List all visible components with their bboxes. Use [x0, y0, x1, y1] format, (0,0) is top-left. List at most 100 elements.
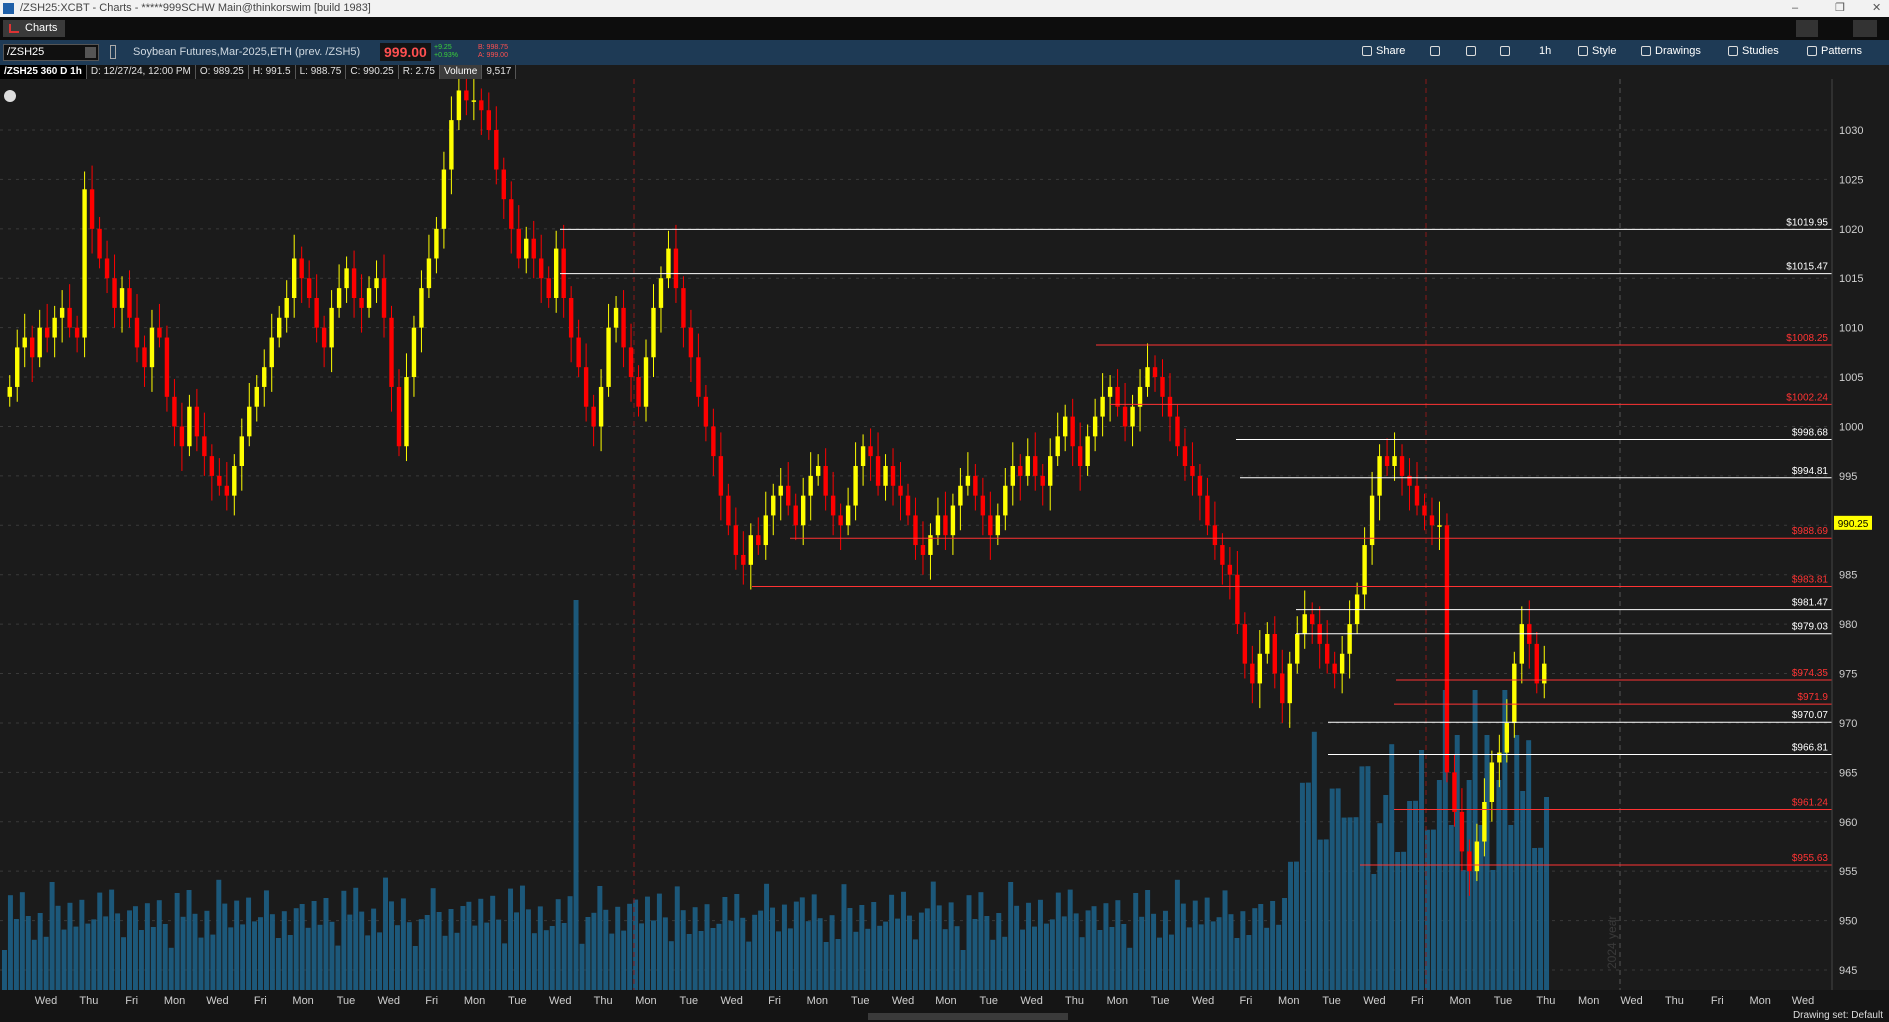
y-tick-label: 975 [1839, 669, 1857, 681]
horizontal-scrollbar[interactable]: Drawing set: Default [0, 1010, 1889, 1022]
year-watermark: 2024 year [1605, 916, 1619, 969]
grid-button[interactable] [1430, 45, 1444, 57]
candle-body [419, 288, 424, 328]
candle-body [509, 199, 514, 229]
volume-bar [954, 926, 960, 990]
volume-bar [835, 939, 841, 990]
price-chart[interactable]: 9459509559609659709759809859909951000100… [0, 79, 1889, 1010]
volume-bar [960, 950, 966, 990]
candle-body [1107, 386, 1113, 397]
volume-bar [132, 906, 138, 990]
volume-bar [692, 907, 698, 990]
candle-body [112, 278, 117, 308]
candle-body [209, 456, 215, 476]
volume-bar [1377, 823, 1383, 990]
candle-body [958, 485, 963, 506]
candle-body [935, 515, 941, 536]
volume-bar [1139, 916, 1145, 990]
x-tick-label: Wed [892, 995, 914, 1007]
candle-body [1018, 466, 1023, 476]
candle-body [15, 347, 20, 387]
volume-study-label[interactable]: Volume [439, 65, 483, 79]
volume-bar [502, 943, 508, 990]
settings-button[interactable] [1500, 45, 1514, 57]
patterns-icon [1807, 46, 1817, 56]
candle-body [875, 456, 881, 486]
candle-body [179, 426, 185, 447]
candle-body [673, 248, 679, 289]
candle-body [434, 228, 439, 259]
candle-body [1459, 811, 1465, 852]
close-icon[interactable]: ✕ [1872, 0, 1881, 17]
symbol-input[interactable]: /ZSH25 [3, 44, 99, 61]
candle-body [366, 288, 372, 308]
x-tick-label: Wed [35, 995, 57, 1007]
y-tick-label: 960 [1839, 817, 1857, 829]
share-button[interactable]: Share [1362, 45, 1405, 57]
chart-symbol-label[interactable]: /ZSH25 360 D 1h [0, 65, 87, 79]
ohlc-infobar: /ZSH25 360 D 1h D: 12/27/24, 12:00 PM O: 9… [0, 65, 517, 79]
x-tick-label: Fri [125, 995, 138, 1007]
volume-bar [972, 919, 978, 990]
x-tick-label: Mon [464, 995, 485, 1007]
chart-toolbar: /ZSH25 Soybean Futures,Mar-2025,ETH (pre… [0, 40, 1889, 65]
chevron-down-icon[interactable] [85, 47, 96, 58]
candle-body [217, 475, 222, 486]
volume-bar [1323, 839, 1329, 990]
price-level-label: $961.24 [1792, 798, 1829, 809]
timeframe-button[interactable]: 1h [1539, 45, 1551, 57]
volume-bar [764, 883, 770, 990]
candle-body [741, 554, 746, 565]
layout-button[interactable] [1796, 20, 1818, 37]
volume-bar [1496, 780, 1502, 990]
studies-button[interactable]: Studies [1728, 45, 1779, 57]
volume-bar [752, 914, 758, 990]
volume-bar [7, 895, 13, 990]
volume-bar [436, 912, 442, 990]
volume-bar [25, 916, 31, 990]
candle-body [1422, 505, 1427, 516]
scrollbar-thumb[interactable] [868, 1013, 1068, 1020]
pin-icon[interactable] [1853, 20, 1877, 37]
volume-bar [1532, 848, 1538, 990]
volume-bar [1008, 882, 1014, 990]
candle-body [516, 228, 521, 259]
volume-bar [918, 912, 924, 990]
candle-body [389, 317, 394, 387]
candle-body [1347, 624, 1352, 654]
volume-bar [400, 898, 406, 990]
tab-charts[interactable]: Charts [3, 20, 66, 37]
volume-bar [1514, 735, 1520, 990]
volume-bar [210, 934, 216, 990]
patterns-button[interactable]: Patterns [1807, 45, 1862, 57]
ask: A: 999.00 [478, 52, 508, 59]
candle-body [1257, 653, 1263, 684]
volume-bar [889, 894, 895, 990]
style-button[interactable]: Style [1578, 45, 1616, 57]
candle-body [1339, 653, 1345, 674]
style-label: Style [1592, 45, 1617, 57]
minimize-icon[interactable]: – [1792, 0, 1798, 17]
candle-body [284, 298, 289, 318]
x-tick-label: Wed [378, 995, 400, 1007]
volume-bar [1014, 905, 1020, 990]
volume-bar [549, 926, 555, 990]
volume-bar [734, 894, 740, 990]
volume-bar [1353, 817, 1359, 990]
volume-bar [543, 930, 549, 990]
candle-body [808, 475, 813, 496]
volume-bar [853, 931, 859, 990]
candle-body [479, 100, 484, 111]
volume-bar [1157, 937, 1162, 990]
link-icon[interactable] [110, 45, 116, 59]
candle-body [1227, 564, 1233, 575]
volume-bar [1222, 890, 1228, 990]
volume-bar [990, 939, 996, 990]
volume-bar [686, 934, 692, 990]
volume-bar [597, 886, 603, 990]
candle-body [52, 317, 57, 338]
restore-icon[interactable]: ❐ [1835, 0, 1845, 17]
flask-button[interactable] [1466, 45, 1480, 57]
info-open: O: 989.25 [196, 65, 249, 79]
drawings-button[interactable]: Drawings [1641, 45, 1701, 57]
